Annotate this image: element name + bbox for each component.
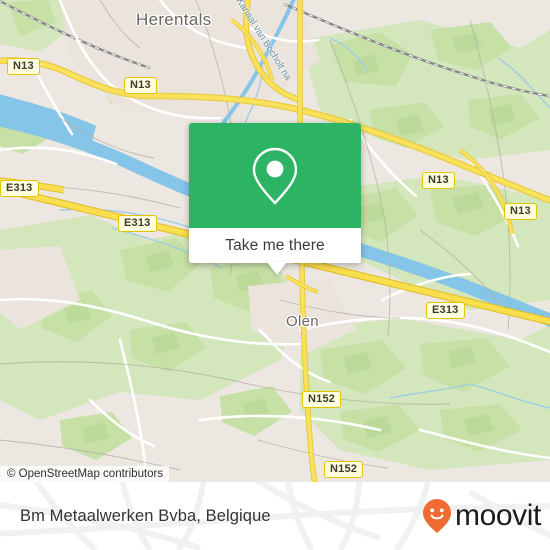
take-me-there-label: Take me there (225, 236, 325, 254)
osm-attribution[interactable]: © OpenStreetMap contributors (0, 466, 170, 482)
moovit-wordmark: moovit (455, 499, 541, 532)
popup-action-bar[interactable]: Take me there (189, 228, 361, 263)
moovit-pin-icon (423, 499, 451, 533)
map-pin-icon (252, 147, 298, 205)
map-canvas[interactable]: Herentals Olen Kanaal van Bocholt na N13… (0, 0, 550, 482)
popup-image-placeholder (189, 123, 361, 228)
destination-title: Bm Metaalwerken Bvba, Belgique (20, 506, 271, 525)
moovit-map-screenshot: Herentals Olen Kanaal van Bocholt na N13… (0, 0, 550, 550)
moovit-logo[interactable]: moovit (422, 482, 541, 550)
popup-pointer-tail (267, 262, 287, 275)
destination-popup-card[interactable]: Take me there (189, 123, 361, 275)
